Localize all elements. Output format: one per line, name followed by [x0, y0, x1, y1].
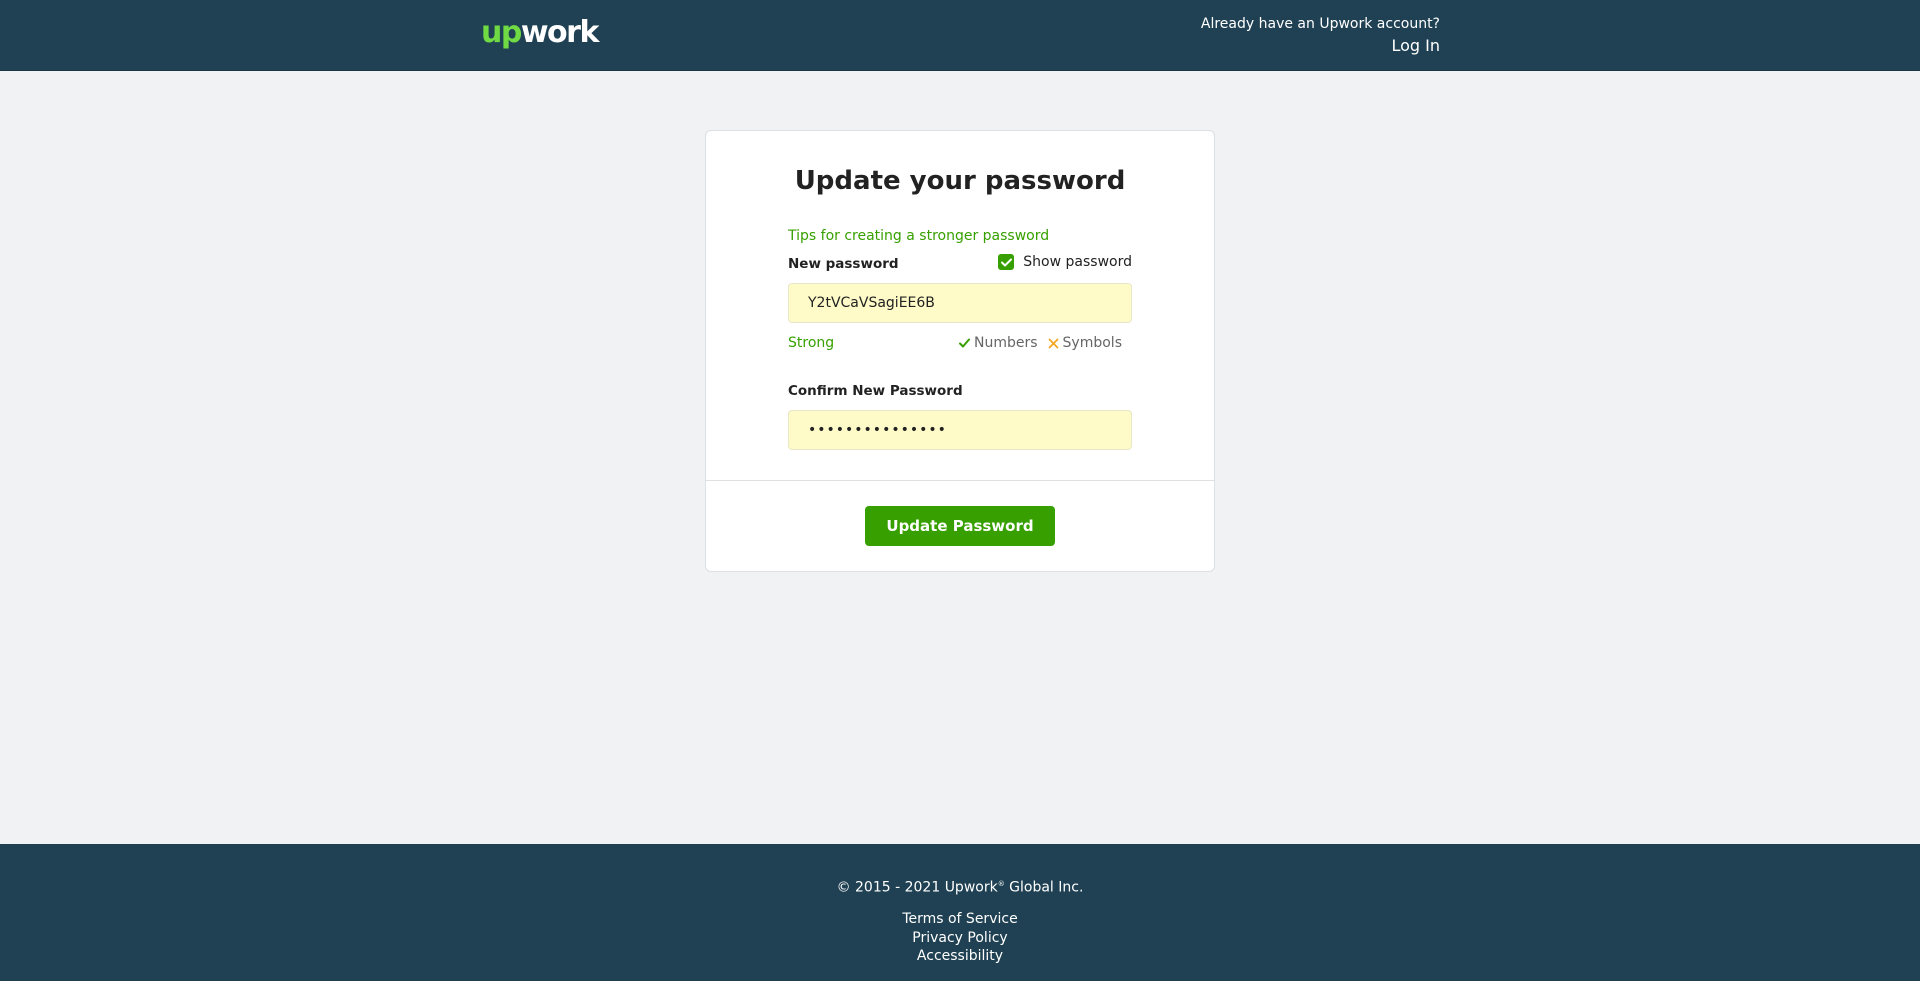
confirm-password-input[interactable] [788, 410, 1132, 450]
new-password-label: New password [788, 256, 899, 272]
terms-of-service-link[interactable]: Terms of Service [0, 910, 1920, 929]
password-tips-link[interactable]: Tips for creating a stronger password [788, 227, 1049, 245]
password-strength-indicator: Strong [788, 335, 835, 351]
update-password-button[interactable]: Update Password [865, 506, 1055, 546]
new-password-input[interactable] [788, 283, 1132, 323]
copyright-text: © 2015 - 2021 Upwork® Global Inc. [836, 879, 1084, 896]
password-criteria: Numbers Symbols [959, 334, 1122, 352]
top-navigation-bar: upwork Already have an Upwork account? L… [0, 0, 1920, 71]
login-link[interactable]: Log In [1391, 35, 1440, 57]
page-title: Update your password [794, 166, 1126, 196]
show-password-checkbox[interactable] [998, 254, 1015, 270]
criteria-symbols: Symbols [1048, 334, 1122, 352]
criteria-numbers-label: Numbers [974, 335, 1038, 351]
criteria-symbols-label: Symbols [1062, 335, 1122, 351]
footer-links: Terms of Service Privacy Policy Accessib… [0, 910, 1920, 966]
accessibility-link[interactable]: Accessibility [0, 947, 1920, 966]
update-password-card: Update your password Tips for creating a… [705, 130, 1215, 572]
check-icon [959, 338, 970, 348]
account-question-text: Already have an Upwork account? [1200, 16, 1440, 32]
confirm-password-label: Confirm New Password [788, 383, 963, 399]
upwork-logo[interactable]: upwork [481, 15, 599, 51]
privacy-policy-link[interactable]: Privacy Policy [0, 929, 1920, 948]
cross-icon [1048, 338, 1059, 349]
show-password-label: Show password [1023, 254, 1132, 270]
card-divider [706, 480, 1214, 481]
show-password-toggle[interactable]: Show password [998, 253, 1132, 271]
checkmark-icon [1000, 258, 1012, 266]
criteria-numbers: Numbers [959, 334, 1038, 352]
page-footer: © 2015 - 2021 Upwork® Global Inc. Terms … [0, 844, 1920, 981]
account-area: Already have an Upwork account? Log In [1201, 15, 1440, 57]
